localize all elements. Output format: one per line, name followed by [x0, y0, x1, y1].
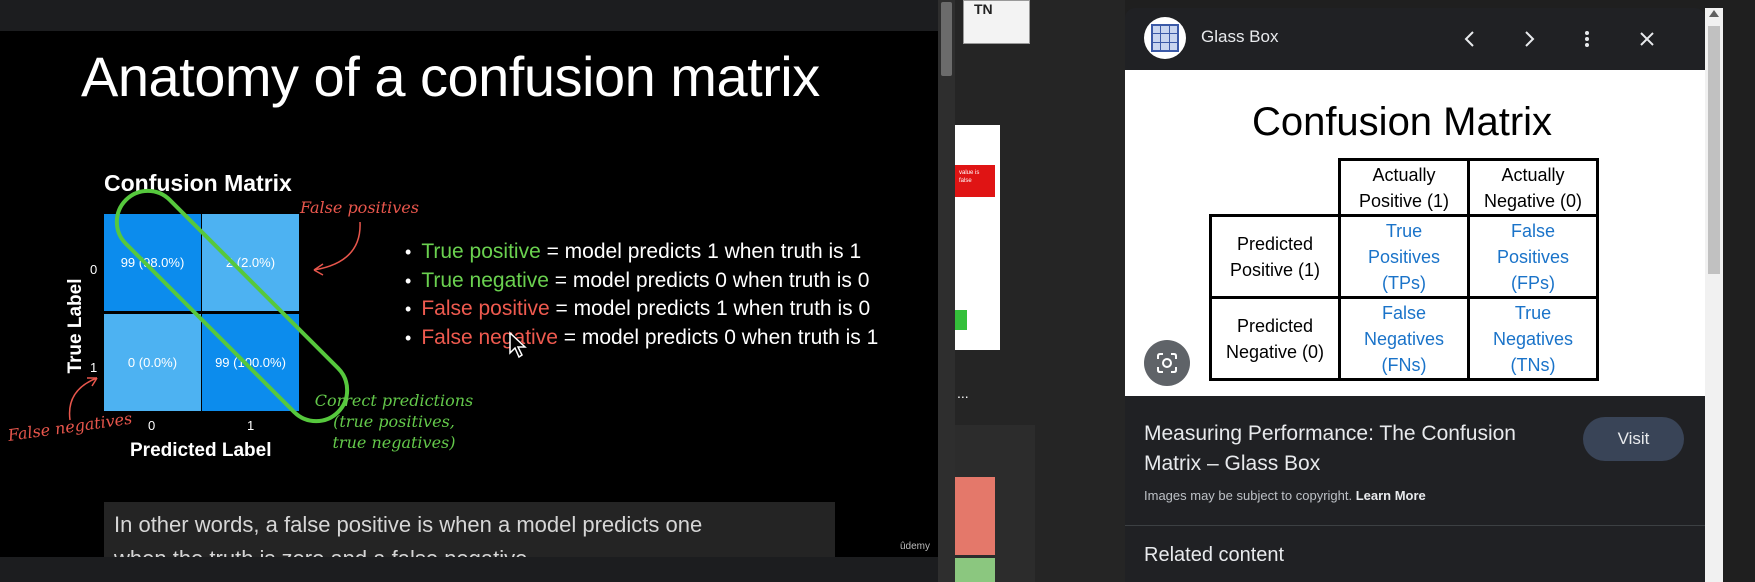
red-tag: value is false	[955, 165, 995, 197]
cell-true-positives: True Positives (TPs)	[1338, 214, 1470, 299]
video-bottom-bar	[0, 557, 938, 582]
related-content-heading: Related content	[1144, 544, 1285, 566]
col-header-actual-positive: Actually Positive (1)	[1338, 158, 1470, 217]
copyright-notice: Images may be subject to copyright. Lear…	[1144, 488, 1426, 503]
definition: = model predicts 0 when truth is 1	[557, 325, 879, 349]
scroll-up-arrow-icon[interactable]	[1709, 10, 1719, 17]
video-scrollbar[interactable]	[938, 0, 955, 582]
video-player[interactable]: Anatomy of a confusion matrix Confusion …	[0, 0, 938, 582]
lens-side-panel: Glass Box Confusion Matrix Actually Posi…	[1125, 0, 1755, 582]
definition: = model predicts 1 when truth is 1	[540, 240, 862, 263]
site-logo[interactable]	[1144, 17, 1186, 59]
lens-result-card: Glass Box Confusion Matrix Actually Posi…	[1125, 8, 1705, 582]
row-header-predicted-positive: Predicted Positive (1)	[1209, 214, 1341, 299]
ellipsis: ...	[957, 385, 969, 401]
cell-false-negatives: False Negatives (FNs)	[1338, 296, 1470, 381]
scrollbar-thumb[interactable]	[941, 2, 952, 76]
bullet-true-negative: True negative = model predicts 0 when tr…	[405, 267, 878, 296]
scrollbar-thumb[interactable]	[1708, 26, 1720, 274]
term: True positive	[421, 240, 541, 263]
bullet-false-positive: False positive = model predicts 1 when t…	[405, 295, 878, 324]
mouse-cursor-icon	[509, 331, 527, 359]
learn-more-link[interactable]: Learn More	[1356, 488, 1426, 503]
false-positives-arrow	[313, 221, 361, 271]
result-title[interactable]: Measuring Performance: The Confusion Mat…	[1144, 419, 1564, 479]
visit-button[interactable]: Visit	[1583, 417, 1684, 461]
udemy-watermark: ûdemy	[900, 541, 931, 552]
copyright-text: Images may be subject to copyright.	[1144, 488, 1356, 503]
screen: Anatomy of a confusion matrix Confusion …	[0, 0, 1755, 582]
definition: = model predicts 0 when truth is 0	[548, 268, 870, 292]
col-header-actual-negative: Actually Negative (0)	[1467, 158, 1599, 217]
correct-note-line-2: (true positives,	[333, 412, 455, 431]
term: False negative	[421, 325, 558, 349]
green-tag	[955, 310, 967, 330]
term: False positive	[421, 297, 550, 320]
correct-note-line-1: Correct predictions	[314, 391, 474, 410]
image-title: Confusion Matrix	[1251, 100, 1553, 144]
bullet-false-negative: False negative = model predicts 0 when t…	[405, 324, 878, 353]
bullet-true-positive: True positive = model predicts 1 when tr…	[405, 238, 878, 267]
tn-cell: TN	[963, 0, 1030, 44]
cell-false-positives: False Positives (FPs)	[1467, 214, 1599, 299]
definition-list: True positive = model predicts 1 when tr…	[405, 238, 878, 352]
caption-line-1: In other words, a false positive is when…	[114, 512, 703, 537]
correct-predictions-note: Correct predictions (true positives, tru…	[314, 390, 474, 453]
mint-block	[955, 558, 995, 582]
result-image[interactable]: Confusion Matrix Actually Positive (1) Ac…	[1125, 70, 1705, 396]
google-lens-icon[interactable]	[1144, 340, 1190, 386]
site-name[interactable]: Glass Box	[1201, 27, 1278, 47]
false-positives-note: False positives	[300, 198, 419, 217]
term: True negative	[421, 268, 549, 292]
lens-scrollbar[interactable]	[1705, 8, 1723, 582]
divider	[1125, 525, 1705, 526]
table-corner	[1211, 160, 1340, 216]
salmon-block	[955, 477, 995, 555]
row-header-predicted-negative: Predicted Negative (0)	[1209, 296, 1341, 381]
site-logo-grid	[1151, 24, 1179, 52]
correct-note-line-3: true negatives)	[332, 433, 456, 452]
cell-true-negatives: True Negatives (TNs)	[1467, 296, 1599, 381]
close-icon[interactable]	[1630, 22, 1664, 56]
definition: = model predicts 1 when truth is 0	[549, 297, 871, 320]
image-confusion-table: Actually Positive (1) Actually Negative (0…	[1209, 158, 1599, 381]
chevron-left-icon[interactable]	[1453, 22, 1487, 56]
background-page-strip: TN value is false ...	[955, 0, 1125, 582]
lens-header: Glass Box	[1125, 8, 1705, 70]
chevron-right-icon[interactable]	[1512, 22, 1546, 56]
more-vert-icon[interactable]	[1570, 22, 1604, 56]
